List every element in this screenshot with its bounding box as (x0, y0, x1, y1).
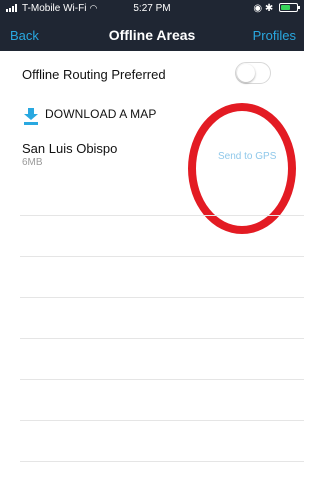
download-map-button[interactable]: DOWNLOAD A MAP (0, 101, 304, 127)
back-button[interactable]: Back (10, 28, 39, 43)
offline-routing-toggle[interactable] (235, 62, 271, 84)
list-divider (20, 215, 304, 216)
map-size: 6MB (22, 157, 43, 168)
offline-routing-row: Offline Routing Preferred (0, 51, 304, 96)
list-divider (20, 461, 304, 462)
list-divider (20, 297, 304, 298)
list-divider (20, 256, 304, 257)
toggle-knob (237, 64, 255, 82)
offline-routing-label: Offline Routing Preferred (22, 67, 166, 82)
send-to-gps-button[interactable]: Send to GPS (218, 151, 276, 162)
location-icon: ◉ (253, 3, 263, 14)
download-arrow-icon (24, 108, 38, 125)
header: T-Mobile Wi-Fi ◠ 5:27 PM ◉ ✱ Back Offline… (0, 0, 304, 51)
map-name: San Luis Obispo (22, 141, 118, 156)
download-map-label: DOWNLOAD A MAP (45, 107, 157, 121)
status-right: ◉ ✱ (253, 3, 300, 14)
list-divider (20, 420, 304, 421)
list-item: San Luis Obispo 6MB Send to GPS (0, 136, 304, 176)
list-divider (20, 338, 304, 339)
bluetooth-icon: ✱ (264, 3, 274, 14)
navigation-bar: Back Offline Areas Profiles (0, 20, 304, 51)
list-divider (20, 379, 304, 380)
profiles-button[interactable]: Profiles (253, 28, 296, 43)
status-bar: T-Mobile Wi-Fi ◠ 5:27 PM ◉ ✱ (0, 0, 304, 18)
battery-icon (279, 3, 300, 12)
